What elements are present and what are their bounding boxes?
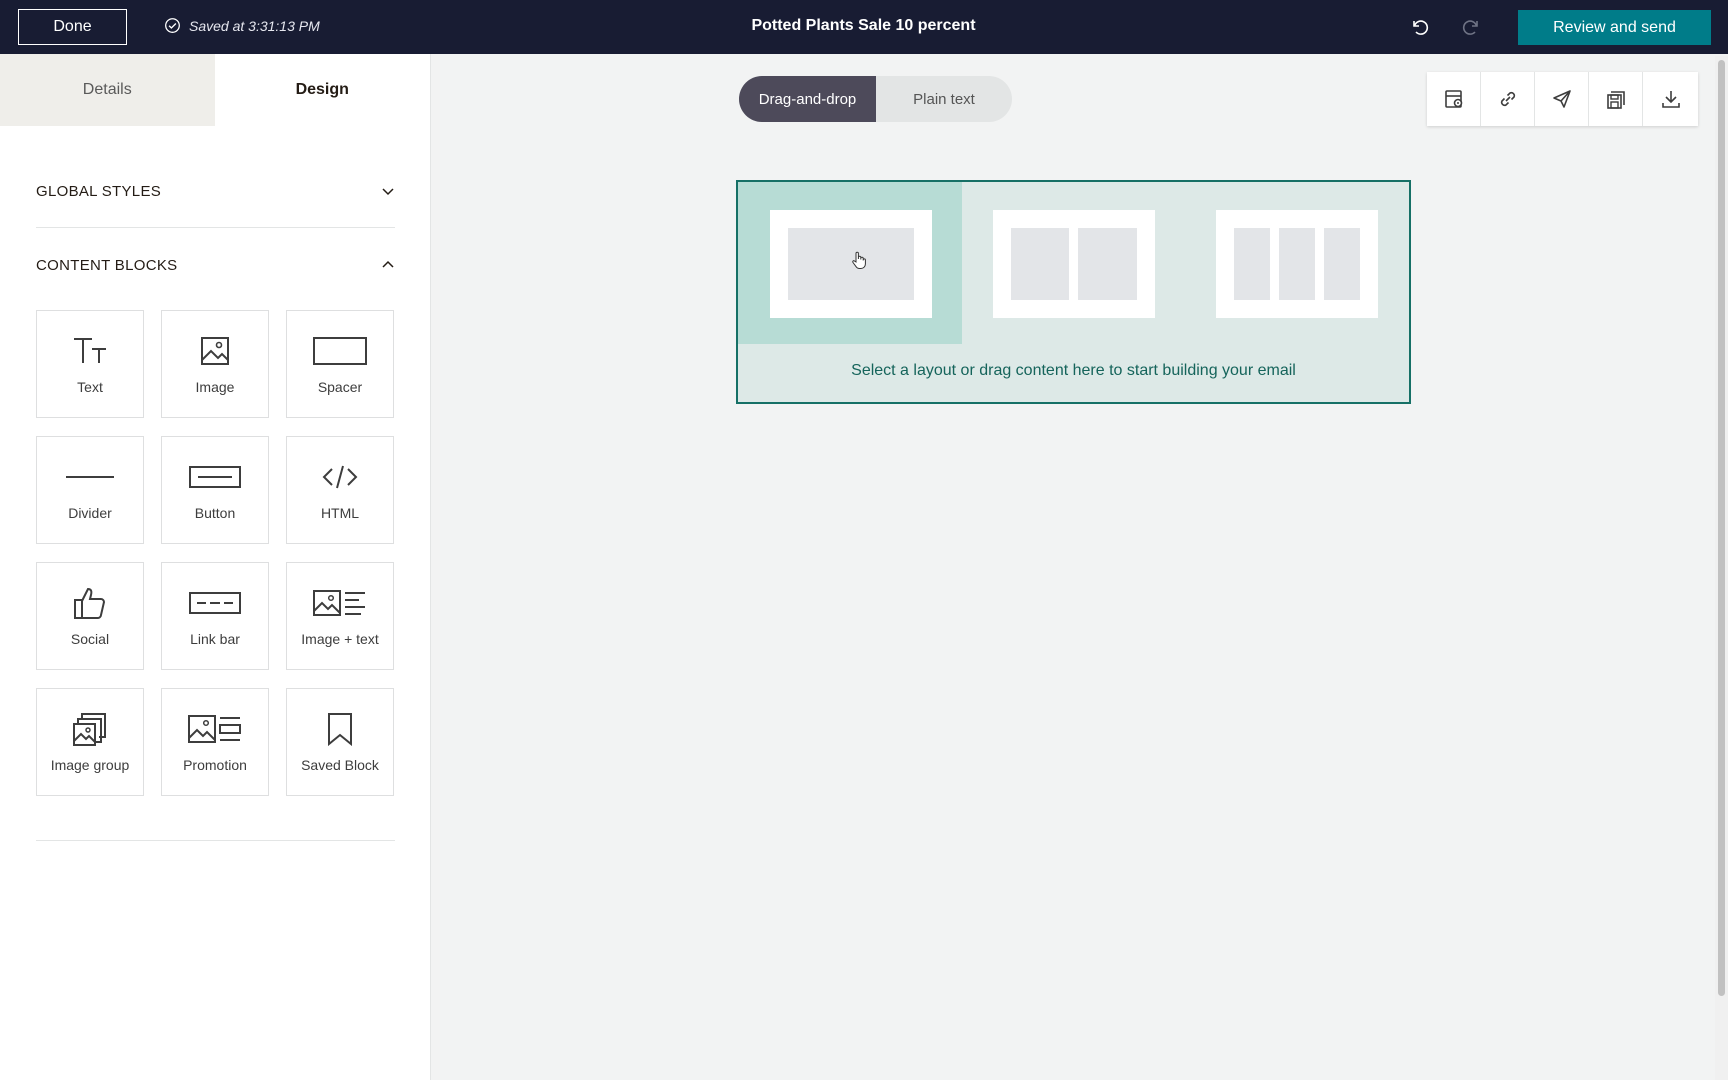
image-icon — [201, 337, 229, 365]
preview-icon — [1444, 90, 1462, 108]
content-blocks-heading: CONTENT BLOCKS — [36, 256, 178, 274]
button-icon — [189, 466, 241, 488]
saved-text: Saved at 3:31:13 PM — [189, 17, 320, 34]
redo-button[interactable] — [1459, 14, 1485, 40]
spacer-icon — [313, 337, 367, 365]
block-promotion[interactable]: Promotion — [161, 688, 269, 796]
done-button[interactable]: Done — [18, 9, 127, 45]
content-blocks-grid: Text Image Spacer Divider Button HTML So… — [36, 310, 395, 796]
block-image-text[interactable]: Image + text — [286, 562, 394, 670]
check-circle-icon — [165, 18, 180, 33]
block-social[interactable]: Social — [36, 562, 144, 670]
global-styles-heading: GLOBAL STYLES — [36, 182, 162, 200]
sidebar-tabs: Details Design — [0, 54, 430, 126]
redo-icon — [1462, 20, 1478, 35]
download-icon — [1661, 91, 1680, 108]
global-styles-section[interactable]: GLOBAL STYLES — [36, 154, 395, 228]
promotion-icon — [188, 715, 241, 743]
content-blocks-section[interactable]: CONTENT BLOCKS — [36, 228, 395, 302]
code-icon — [322, 465, 358, 489]
image-group-icon — [73, 713, 106, 746]
thumbs-up-icon — [74, 587, 106, 619]
block-spacer[interactable]: Spacer — [286, 310, 394, 418]
email-drop-zone[interactable]: Select a layout or drag content here to … — [736, 180, 1411, 404]
editor-mode-toggle: Drag-and-drop Plain text — [739, 76, 1012, 122]
review-and-send-button[interactable]: Review and send — [1518, 10, 1711, 45]
section-divider-bottom — [36, 840, 395, 841]
link-bar-icon — [189, 592, 241, 614]
canvas-scrollbar[interactable] — [1715, 56, 1728, 1080]
layout-two-columns[interactable] — [961, 182, 1185, 344]
bookmark-icon — [328, 713, 352, 746]
hand-pointer-icon — [852, 251, 866, 269]
sidebar: Details Design GLOBAL STYLES CONTENT BLO… — [0, 54, 431, 1080]
send-test-icon — [1552, 90, 1571, 108]
save-template-button[interactable] — [1589, 72, 1643, 126]
tab-details[interactable]: Details — [0, 54, 215, 126]
block-text[interactable]: Text — [36, 310, 144, 418]
mode-drag-and-drop[interactable]: Drag-and-drop — [739, 76, 876, 122]
image-text-icon — [313, 590, 365, 616]
top-bar: Done Saved at 3:31:13 PM Potted Plants S… — [0, 0, 1728, 54]
save-template-icon — [1606, 91, 1625, 109]
canvas-toolbar — [1427, 72, 1698, 126]
text-icon — [74, 338, 106, 363]
save-status: Saved at 3:31:13 PM — [164, 17, 320, 34]
undo-button[interactable] — [1406, 14, 1432, 40]
chevron-down-icon[interactable] — [381, 184, 395, 198]
block-html[interactable]: HTML — [286, 436, 394, 544]
campaign-title: Potted Plants Sale 10 percent — [751, 17, 976, 34]
layout-three-columns[interactable] — [1184, 182, 1408, 344]
link-icon — [1500, 91, 1515, 107]
block-image-group[interactable]: Image group — [36, 688, 144, 796]
layout-one-column[interactable] — [738, 182, 962, 344]
chevron-up-icon[interactable] — [381, 258, 395, 272]
block-button[interactable]: Button — [161, 436, 269, 544]
divider-icon — [66, 476, 114, 478]
undo-icon — [1413, 20, 1429, 35]
drop-zone-hint: Select a layout or drag content here to … — [851, 362, 1296, 379]
block-link-bar[interactable]: Link bar — [161, 562, 269, 670]
link-button[interactable] — [1481, 72, 1535, 126]
preview-button[interactable] — [1427, 72, 1481, 126]
send-test-button[interactable] — [1535, 72, 1589, 126]
mode-plain-text[interactable]: Plain text — [876, 76, 1012, 122]
block-divider[interactable]: Divider — [36, 436, 144, 544]
scrollbar-thumb[interactable] — [1718, 60, 1725, 996]
tab-design[interactable]: Design — [214, 54, 430, 126]
block-saved-block[interactable]: Saved Block — [286, 688, 394, 796]
block-image[interactable]: Image — [161, 310, 269, 418]
download-button[interactable] — [1643, 72, 1698, 126]
